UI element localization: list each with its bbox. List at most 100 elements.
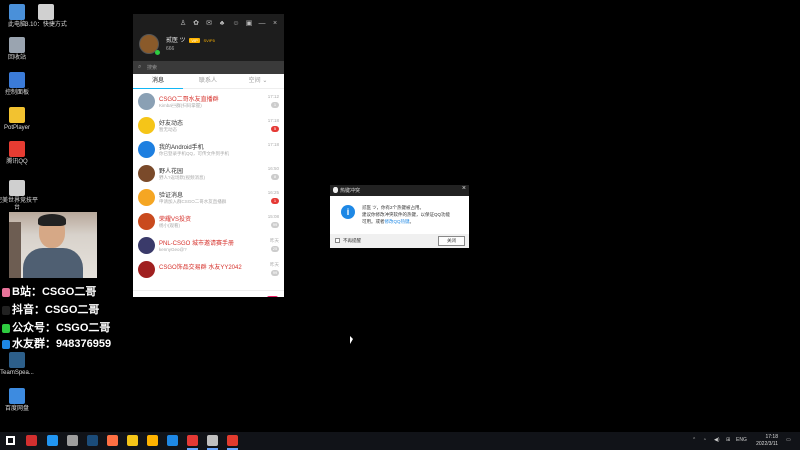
conversation-preview: 野人?返场默(视频消息) bbox=[159, 175, 205, 180]
minimize-icon[interactable]: — bbox=[257, 19, 267, 29]
close-icon[interactable]: × bbox=[270, 19, 280, 29]
clock-date: 2022/3/11 bbox=[756, 441, 778, 447]
streamer-body bbox=[23, 248, 83, 278]
pin-icon[interactable]: ♙ bbox=[178, 19, 188, 29]
signature[interactable]: 666 bbox=[166, 46, 174, 52]
desktop-icon[interactable]: 3.10：快捷方式 bbox=[23, 4, 69, 29]
nickname[interactable]: 贰医 ツ VIP SVIP5 bbox=[166, 35, 215, 44]
gift-icon[interactable]: ✦ bbox=[267, 296, 278, 297]
conversation-item[interactable]: CSGO饰品交易群 水友YY2042 昨天 99 bbox=[133, 258, 284, 282]
desktop-icon[interactable]: 控制面板 bbox=[0, 72, 40, 97]
tab-messages[interactable]: 消息 bbox=[133, 74, 183, 89]
conversation-time: 17:18 bbox=[267, 142, 279, 147]
search-box[interactable]: ⌕ 搜索 bbox=[133, 61, 284, 74]
teamspeak-app-icon[interactable] bbox=[167, 435, 178, 446]
unread-badge: 99 bbox=[271, 270, 279, 276]
dont-remind-label[interactable]: 不再提醒 bbox=[343, 238, 361, 244]
conversation-avatar bbox=[138, 189, 155, 206]
perfect-world-app-icon[interactable] bbox=[207, 435, 218, 446]
volume-icon[interactable]: ◀) bbox=[714, 437, 720, 443]
app-icon bbox=[9, 72, 25, 88]
conversation-avatar bbox=[138, 93, 155, 110]
conversation-time: 16:25 bbox=[267, 190, 279, 195]
app-icon bbox=[38, 4, 54, 20]
conversation-list[interactable]: CSGO二哥水友直播群 Kimba群(扫码掌握) 17:12 1 好友动态 暂无动态 17… bbox=[133, 90, 284, 288]
tab-contacts[interactable]: 联系人 bbox=[183, 74, 233, 89]
desktop-icon[interactable]: 回收站 bbox=[0, 37, 40, 62]
notification-icon[interactable]: ▭ bbox=[786, 437, 791, 443]
webcam-feed bbox=[9, 212, 97, 278]
explorer-app-icon[interactable] bbox=[127, 435, 138, 446]
game-app-icon[interactable] bbox=[187, 435, 198, 446]
conversation-item[interactable]: 我的Android手机 你已登录手机QQ，可传文件到手机 17:18 bbox=[133, 138, 284, 162]
game-icon[interactable]: ♣ bbox=[217, 19, 227, 29]
overlay-text: 水友群：948376959 bbox=[12, 338, 112, 350]
qq-header: ♙ ✿ ✉ ♣ ☺ ▣ — × 贰医 ツ VIP SVIP5 666 bbox=[133, 14, 284, 61]
dont-remind-checkbox[interactable] bbox=[335, 238, 340, 243]
skin-icon[interactable]: ✿ bbox=[191, 19, 201, 29]
desktop-icon[interactable]: 腾讯QQ bbox=[0, 141, 40, 166]
live-app-icon[interactable] bbox=[26, 435, 37, 446]
conversation-name: CSGO二哥水友直播群 bbox=[159, 97, 219, 103]
qq-tabs: 消息 联系人 空间 ⌄ bbox=[133, 74, 284, 89]
conversation-item[interactable]: 验证消息 申请加入群CSGO二哥水友直播群 16:25 1 bbox=[133, 186, 284, 210]
desktop-icon[interactable]: 完美世界竞技平台 bbox=[0, 180, 40, 212]
dialog-title: 热键冲突 bbox=[340, 188, 361, 194]
conversation-item[interactable]: 荣耀VS投资 杨小(观看) 15:08 99 bbox=[133, 210, 284, 234]
conversation-preview: 暂无动态 bbox=[159, 127, 177, 132]
conversation-name: 荣耀VS投资 bbox=[159, 217, 192, 223]
ime-icon[interactable]: ⊞ bbox=[726, 437, 730, 443]
conversation-item[interactable]: 野人花园 野人?返场默(视频消息) 16:50 8 bbox=[133, 162, 284, 186]
unread-badge: 5 bbox=[271, 126, 279, 132]
dialog-titlebar[interactable]: 热键冲突 × bbox=[330, 185, 469, 196]
qzone-icon[interactable]: ☺ bbox=[231, 19, 241, 29]
vip-badge[interactable]: VIP bbox=[189, 37, 200, 43]
unread-badge: 25 bbox=[271, 246, 279, 252]
close-icon[interactable]: × bbox=[462, 185, 466, 192]
desktop-icon-label: TeamSpea... bbox=[0, 370, 34, 376]
desktop-icon-label: PotPlayer bbox=[3, 125, 30, 131]
message-icon[interactable]: ▣ bbox=[244, 19, 254, 29]
qq-bottom-bar: ☰ ♞ ◑ ♜ ✦ bbox=[133, 290, 284, 297]
app-icon bbox=[9, 37, 25, 53]
system-clock[interactable]: 17:18 2022/3/11 bbox=[756, 434, 778, 448]
background-shelf bbox=[9, 222, 21, 278]
desktop-icon[interactable]: PotPlayer bbox=[0, 107, 40, 132]
svip-badge[interactable]: SVIP5 bbox=[203, 38, 214, 43]
app-icon bbox=[9, 107, 25, 123]
steam-app-icon[interactable] bbox=[87, 435, 98, 446]
potplayer-app-icon[interactable] bbox=[147, 435, 158, 446]
app-icon bbox=[9, 352, 25, 368]
nickname-text: 贰医 ツ bbox=[166, 38, 186, 44]
unread-badge: 99 bbox=[271, 222, 279, 228]
conversation-preview: 杨小(观看) bbox=[159, 223, 180, 228]
overlay-line: 水友群：948376959 bbox=[2, 335, 111, 351]
online-status-icon[interactable] bbox=[155, 50, 160, 55]
language-indicator[interactable]: ENG bbox=[736, 437, 747, 443]
streamer-hair bbox=[38, 214, 66, 226]
conversation-name: 验证消息 bbox=[159, 193, 184, 199]
desktop-icon[interactable]: TeamSpea... bbox=[0, 352, 40, 377]
unread-badge: 1 bbox=[271, 102, 279, 108]
desktop-icon[interactable]: 百度网盘 bbox=[0, 388, 40, 413]
windows-icon[interactable] bbox=[6, 436, 15, 445]
mail-icon[interactable]: ✉ bbox=[204, 19, 214, 29]
store-app-icon[interactable] bbox=[67, 435, 78, 446]
platform-icon bbox=[2, 305, 10, 315]
browser-app-icon[interactable] bbox=[47, 435, 58, 446]
tab-qzone[interactable]: 空间 ⌄ bbox=[233, 74, 283, 89]
chevron-up-icon[interactable]: ⌃ bbox=[692, 437, 696, 443]
conversation-item[interactable]: CSGO二哥水友直播群 Kimba群(扫码掌握) 17:12 1 bbox=[133, 90, 284, 114]
platform-icon bbox=[2, 287, 10, 297]
dialog-message-suffix: 。 bbox=[409, 219, 415, 224]
desktop-icon-label: 完美世界竞技平台 bbox=[0, 198, 38, 211]
conversation-item[interactable]: 好友动态 暂无动态 17:18 5 bbox=[133, 114, 284, 138]
network-icon[interactable]: ◔ bbox=[703, 437, 706, 443]
conversation-name: 好友动态 bbox=[159, 121, 184, 127]
conversation-item[interactable]: PNL-CSGO 城市邀请赛手册 kennyGeo@? 昨天 25 bbox=[133, 234, 284, 258]
taskbar: ⌃ ◔ ◀) ⊞ ENG 17:18 2022/3/11 ▭ bbox=[0, 432, 800, 450]
qq-app-icon[interactable] bbox=[227, 435, 238, 446]
firefox-app-icon[interactable] bbox=[107, 435, 118, 446]
modify-hotkey-link[interactable]: 修改QQ热键 bbox=[385, 219, 410, 224]
close-button[interactable]: 关闭 bbox=[438, 236, 465, 246]
